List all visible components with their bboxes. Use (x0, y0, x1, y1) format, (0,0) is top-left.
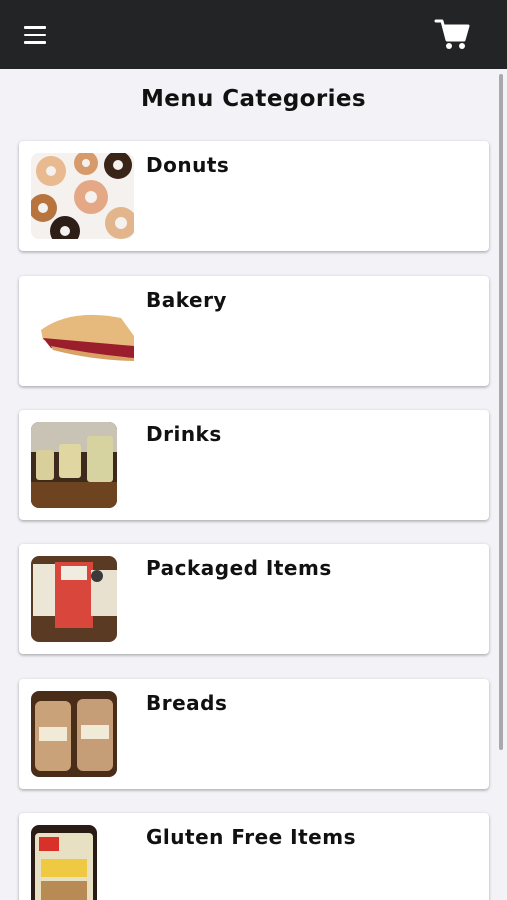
category-card-donuts[interactable]: Donuts (19, 141, 489, 251)
scrollbar[interactable] (499, 74, 503, 750)
category-card-gluten-free-items[interactable]: Gluten Free Items (19, 813, 489, 900)
iced-drinks-image (31, 422, 117, 508)
packaged-items-image (31, 556, 117, 642)
category-label: Donuts (146, 153, 230, 177)
category-label: Breads (146, 691, 228, 715)
top-app-bar (0, 0, 507, 69)
category-card-drinks[interactable]: Drinks (19, 410, 489, 520)
shopping-cart-icon[interactable] (432, 16, 472, 52)
cherry-pie-image (31, 288, 134, 374)
donuts-image (31, 153, 134, 239)
category-card-packaged-items[interactable]: Packaged Items (19, 544, 489, 654)
breads-image (31, 691, 117, 777)
category-label: Gluten Free Items (146, 825, 356, 849)
category-label: Bakery (146, 288, 227, 312)
gluten-free-image (31, 825, 97, 900)
category-label: Drinks (146, 422, 222, 446)
hamburger-menu-icon[interactable] (18, 20, 52, 50)
category-label: Packaged Items (146, 556, 332, 580)
category-card-bakery[interactable]: Bakery (19, 276, 489, 386)
page-title: Menu Categories (140, 86, 367, 112)
category-card-breads[interactable]: Breads (19, 679, 489, 789)
